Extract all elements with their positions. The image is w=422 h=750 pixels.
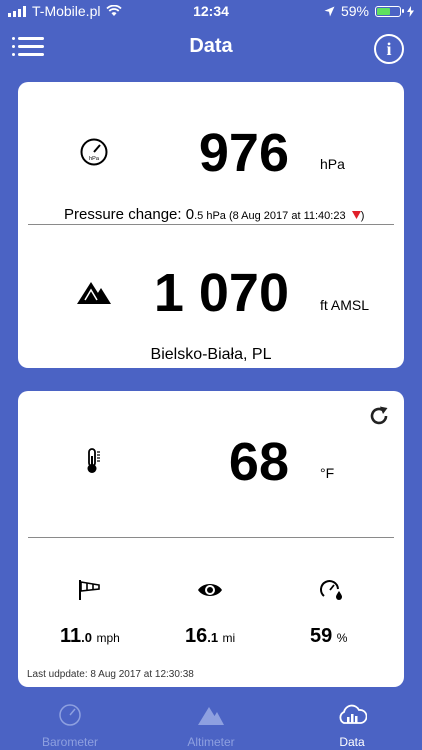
pressure-change-whole: 0 bbox=[185, 206, 195, 223]
humidity-unit: % bbox=[336, 631, 348, 645]
location-label: Bielsko-Biała, PL bbox=[150, 346, 272, 363]
altitude-value: 1 070 bbox=[153, 263, 289, 323]
windsock-icon bbox=[79, 580, 100, 600]
trend-down-icon bbox=[351, 211, 361, 220]
thermometer-icon bbox=[87, 448, 100, 473]
mountain-icon bbox=[77, 282, 111, 304]
tab-altimeter[interactable]: Altimeter bbox=[141, 695, 281, 750]
status-bar: T-Mobile.pl 12:34 59% bbox=[0, 0, 422, 22]
pressure-value: 976 bbox=[198, 123, 289, 183]
battery-icon bbox=[375, 5, 404, 17]
section-divider bbox=[28, 537, 394, 538]
pressure-altitude-card: hPa 976 hPa Pressure change: 0.5 hPa (8 … bbox=[18, 82, 404, 368]
pressure-unit: hPa bbox=[320, 156, 345, 172]
humidity-gauge-icon bbox=[320, 580, 342, 600]
last-update-label: Last udpdate: 8 Aug 2017 at 12:30:38 bbox=[27, 669, 194, 680]
visibility-decimal: .1 bbox=[207, 630, 219, 645]
weather-card: 68 °F 11.0 mph 16.1 mi 59 % Last udpdate… bbox=[18, 391, 404, 687]
wind-speed-whole: 11 bbox=[60, 625, 82, 647]
pressure-change-label: Pressure change: bbox=[64, 206, 186, 223]
cloud-chart-icon bbox=[339, 704, 367, 724]
section-divider bbox=[28, 224, 394, 225]
wind-speed: 11.0 mph bbox=[60, 625, 120, 648]
tab-label: Barometer bbox=[41, 735, 99, 749]
barometer-tab-icon bbox=[59, 704, 81, 726]
temperature-value: 68 bbox=[228, 432, 289, 492]
location-arrow-icon bbox=[324, 6, 335, 16]
info-button[interactable]: i bbox=[374, 34, 404, 64]
wind-speed-unit: mph bbox=[96, 631, 120, 645]
wind-speed-decimal: .0 bbox=[81, 630, 92, 645]
refresh-icon[interactable] bbox=[368, 405, 390, 427]
pressure-change-detail: .5 hPa (8 Aug 2017 at 11:40:23 bbox=[194, 210, 346, 222]
tab-data[interactable]: Data bbox=[282, 695, 422, 750]
humidity: 59 % bbox=[310, 625, 347, 648]
visibility-whole: 16 bbox=[185, 625, 208, 647]
humidity-value: 59 bbox=[310, 625, 333, 647]
navigation-bar: Data i bbox=[0, 22, 422, 74]
barometer-gauge-icon: hPa bbox=[80, 138, 108, 166]
visibility-unit: mi bbox=[222, 631, 236, 645]
page-title: Data bbox=[189, 35, 233, 57]
gauge-unit-label: hPa bbox=[89, 156, 100, 162]
tab-label: Data bbox=[339, 735, 365, 749]
battery-percent: 59% bbox=[340, 3, 369, 19]
temperature-unit: °F bbox=[320, 465, 335, 481]
pressure-change-close: ) bbox=[360, 210, 365, 222]
tab-barometer[interactable]: Barometer bbox=[0, 695, 140, 750]
altimeter-tab-icon bbox=[198, 707, 224, 725]
eye-icon bbox=[198, 584, 222, 596]
visibility: 16.1 mi bbox=[185, 625, 235, 648]
pressure-change: Pressure change: 0.5 hPa (8 Aug 2017 at … bbox=[64, 206, 364, 223]
charging-bolt-icon bbox=[407, 5, 414, 17]
tab-label: Altimeter bbox=[187, 735, 235, 749]
altitude-unit: ft AMSL bbox=[320, 297, 370, 313]
status-right: 59% bbox=[324, 3, 414, 19]
tab-bar: Barometer Altimeter Data bbox=[0, 695, 422, 750]
